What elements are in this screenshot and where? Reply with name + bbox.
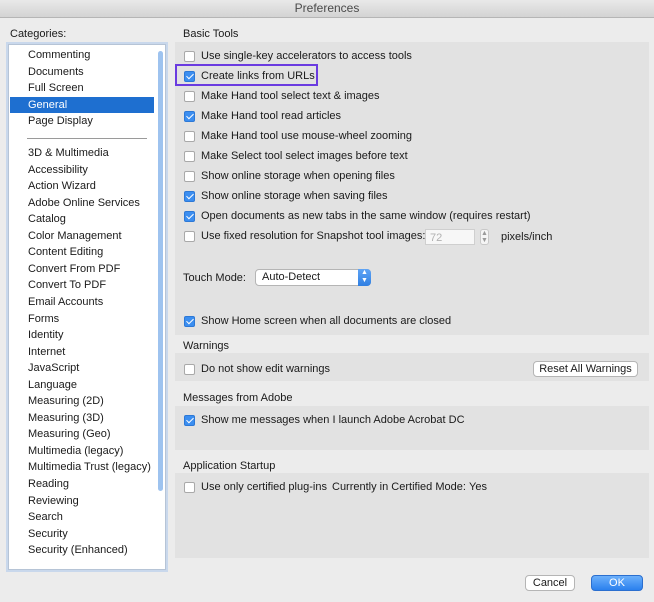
basic-tool-option[interactable]: Use single-key accelerators to access to… bbox=[184, 48, 412, 64]
highlight-box bbox=[175, 64, 318, 86]
reset-warnings-button[interactable]: Reset All Warnings bbox=[533, 361, 638, 377]
category-item[interactable]: Language bbox=[10, 377, 154, 393]
category-item[interactable]: Email Accounts bbox=[10, 294, 154, 310]
basic-tool-option[interactable]: Make Select tool select images before te… bbox=[184, 148, 408, 164]
basic-tool-option[interactable]: Make Hand tool select text & images bbox=[184, 88, 380, 104]
home-screen-checkbox[interactable] bbox=[184, 315, 195, 327]
basic-tool-option[interactable]: Make Hand tool read articles bbox=[184, 108, 341, 124]
option-label: Make Hand tool read articles bbox=[201, 110, 342, 122]
option-checkbox[interactable] bbox=[184, 230, 195, 242]
edit-warnings-option[interactable]: Do not show edit warnings bbox=[184, 361, 330, 377]
category-item[interactable]: JavaScript bbox=[10, 360, 154, 376]
category-item[interactable]: Multimedia (legacy) bbox=[10, 443, 154, 459]
category-item[interactable]: Action Wizard bbox=[10, 178, 154, 194]
basic-tools-title: Basic Tools bbox=[183, 28, 239, 40]
categories-scrollbar[interactable] bbox=[158, 51, 163, 491]
option-checkbox[interactable] bbox=[184, 90, 195, 102]
category-item[interactable]: Full Screen bbox=[10, 80, 154, 96]
ok-button[interactable]: OK bbox=[591, 575, 643, 591]
option-label: Show online storage when saving files bbox=[201, 190, 388, 202]
certified-option[interactable]: Use only certified plug-ins bbox=[184, 479, 327, 495]
resolution-input[interactable]: 72 bbox=[425, 229, 475, 245]
category-item[interactable]: Convert To PDF bbox=[10, 277, 154, 293]
certified-mode-value: Yes bbox=[469, 481, 487, 493]
window-title: Preferences bbox=[0, 0, 654, 18]
messages-title: Messages from Adobe bbox=[183, 392, 293, 404]
edit-warnings-label: Do not show edit warnings bbox=[201, 363, 331, 375]
category-item[interactable]: Documents bbox=[10, 64, 154, 80]
option-label: Make Select tool select images before te… bbox=[201, 150, 408, 162]
option-checkbox[interactable] bbox=[184, 210, 195, 222]
option-label: Make Hand tool select text & images bbox=[201, 90, 380, 102]
category-item[interactable]: Accessibility bbox=[10, 162, 154, 178]
touch-mode-label: Touch Mode: bbox=[183, 272, 246, 284]
touch-mode-select[interactable]: Auto-Detect ▲ ▼ bbox=[255, 269, 371, 286]
certified-label: Use only certified plug-ins bbox=[201, 481, 327, 493]
option-checkbox[interactable] bbox=[184, 130, 195, 142]
category-item[interactable]: Adobe Online Services bbox=[10, 195, 154, 211]
basic-tool-option[interactable]: Show online storage when saving files bbox=[184, 188, 388, 204]
option-checkbox[interactable] bbox=[184, 50, 195, 62]
messages-checkbox[interactable] bbox=[184, 414, 195, 426]
option-label: Show online storage when opening files bbox=[201, 170, 395, 182]
option-checkbox[interactable] bbox=[184, 190, 195, 202]
category-item[interactable]: Internet bbox=[10, 344, 154, 360]
category-item[interactable]: Measuring (Geo) bbox=[10, 426, 154, 442]
category-item[interactable]: Commenting bbox=[10, 47, 154, 63]
option-label: Make Hand tool use mouse-wheel zooming bbox=[201, 130, 412, 142]
category-item[interactable]: Multimedia Trust (legacy) bbox=[10, 459, 154, 475]
startup-title: Application Startup bbox=[183, 460, 276, 472]
option-label: Open documents as new tabs in the same w… bbox=[201, 210, 531, 222]
touch-mode-value: Auto-Detect bbox=[262, 271, 321, 283]
basic-tool-option[interactable]: Show online storage when opening files bbox=[184, 168, 395, 184]
warnings-title: Warnings bbox=[183, 340, 230, 352]
category-item[interactable]: Security (Enhanced) bbox=[10, 542, 154, 558]
resolution-units: pixels/inch bbox=[501, 231, 553, 243]
category-item[interactable]: Catalog bbox=[10, 211, 154, 227]
option-checkbox[interactable] bbox=[184, 150, 195, 162]
option-checkbox[interactable] bbox=[184, 170, 195, 182]
category-item[interactable]: Security bbox=[10, 526, 154, 542]
category-item[interactable]: Measuring (2D) bbox=[10, 393, 154, 409]
certified-mode-label: Currently in Certified Mode: bbox=[332, 481, 466, 493]
option-label: Use single-key accelerators to access to… bbox=[201, 50, 412, 62]
messages-label: Show me messages when I launch Adobe Acr… bbox=[201, 414, 465, 426]
resolution-stepper[interactable]: ▲ ▼ bbox=[480, 229, 489, 245]
category-item[interactable]: Measuring (3D) bbox=[10, 410, 154, 426]
basic-tool-option[interactable]: Open documents as new tabs in the same w… bbox=[184, 208, 531, 224]
category-item[interactable]: Reviewing bbox=[10, 493, 154, 509]
category-item[interactable]: Page Display bbox=[10, 113, 154, 129]
home-screen-option[interactable]: Show Home screen when all documents are … bbox=[184, 313, 451, 329]
category-item[interactable]: Content Editing bbox=[10, 244, 154, 260]
category-item[interactable]: 3D & Multimedia bbox=[10, 145, 154, 161]
home-screen-label: Show Home screen when all documents are … bbox=[201, 315, 452, 327]
edit-warnings-checkbox[interactable] bbox=[184, 363, 195, 375]
certified-checkbox[interactable] bbox=[184, 481, 195, 493]
category-item[interactable]: Forms bbox=[10, 311, 154, 327]
category-item[interactable]: Reading bbox=[10, 476, 154, 492]
category-divider bbox=[27, 138, 147, 139]
option-checkbox[interactable] bbox=[184, 110, 195, 122]
messages-option[interactable]: Show me messages when I launch Adobe Acr… bbox=[184, 412, 465, 428]
category-item[interactable]: Color Management bbox=[10, 228, 154, 244]
basic-tool-option[interactable]: Use fixed resolution for Snapshot tool i… bbox=[184, 228, 425, 244]
category-item[interactable]: General bbox=[10, 96, 154, 113]
category-item[interactable]: Convert From PDF bbox=[10, 261, 154, 277]
category-item[interactable]: Identity bbox=[10, 327, 154, 343]
cancel-button[interactable]: Cancel bbox=[525, 575, 575, 591]
category-item[interactable]: Search bbox=[10, 509, 154, 525]
chevron-updown-icon: ▲ ▼ bbox=[358, 269, 371, 286]
option-label: Use fixed resolution for Snapshot tool i… bbox=[201, 230, 426, 242]
categories-list[interactable]: Commenting Documents Full Screen General Pag… bbox=[8, 44, 166, 570]
categories-label: Categories: bbox=[10, 28, 67, 40]
basic-tool-option[interactable]: Make Hand tool use mouse-wheel zooming bbox=[184, 128, 412, 144]
